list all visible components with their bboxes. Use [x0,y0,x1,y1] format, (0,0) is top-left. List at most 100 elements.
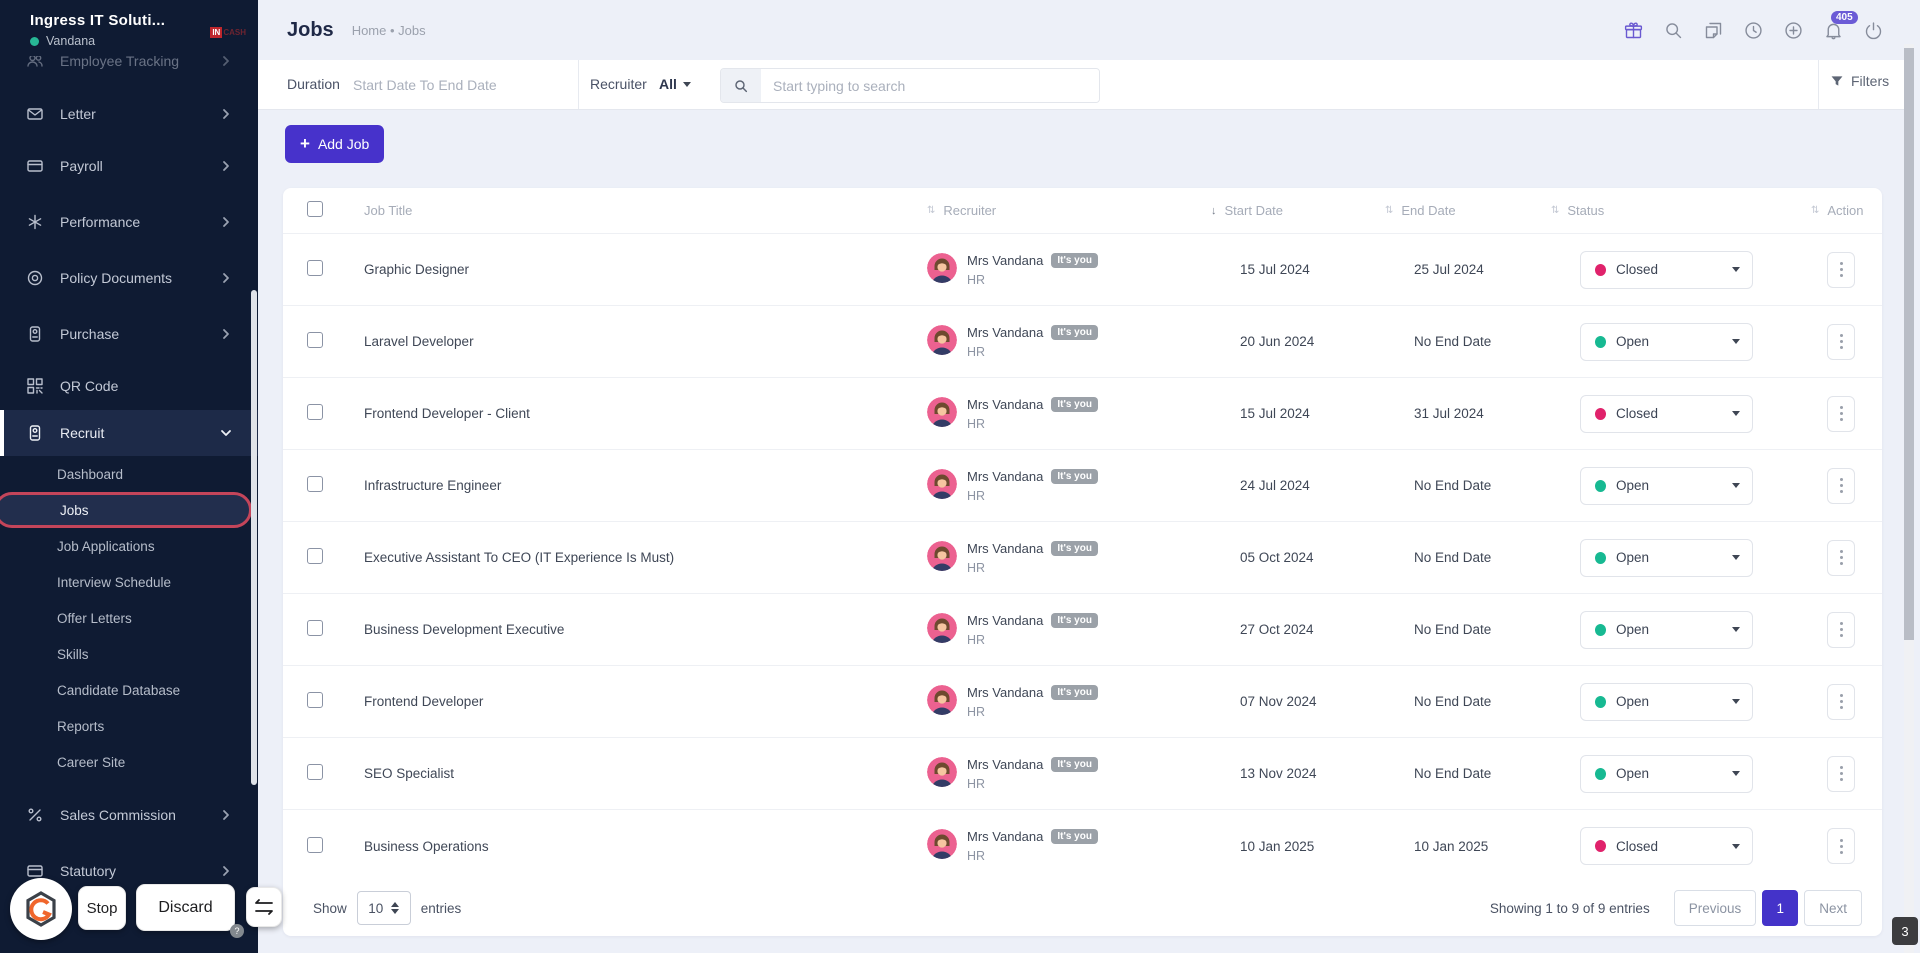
clock-icon[interactable] [1742,19,1764,41]
sidebar-item-label: Purchase [60,326,120,342]
submenu-item-dashboard[interactable]: Dashboard [0,456,258,492]
submenu-item-reports[interactable]: Reports [0,708,258,744]
job-title[interactable]: Executive Assistant To CEO (IT Experienc… [340,550,883,565]
page-scrollbar-thumb[interactable] [1904,48,1914,640]
status-dropdown[interactable]: Closed [1580,827,1753,865]
submenu-item-career-site[interactable]: Career Site [0,744,258,780]
column-end-date[interactable]: ⇅ End Date [1368,203,1543,218]
help-badge[interactable]: ? [230,924,244,938]
search-input[interactable] [761,69,1099,102]
sort-icon[interactable]: ⇅ [1811,205,1819,216]
row-actions-button[interactable] [1827,683,1855,720]
corner-badge[interactable]: 3 [1892,917,1918,945]
sidebar-item-qr-code[interactable]: QR Code [0,362,258,410]
plus-circle-icon[interactable] [1782,19,1804,41]
row-actions-button[interactable] [1827,539,1855,576]
status-dropdown[interactable]: Open [1580,682,1753,721]
chevron-down-icon [682,81,691,87]
column-job-title[interactable]: Job Title [340,203,883,218]
sidebar-item-policy-documents[interactable]: Policy Documents [0,250,258,306]
job-title[interactable]: Laravel Developer [340,334,883,349]
row-checkbox[interactable] [307,620,323,636]
status-dropdown[interactable]: Open [1580,754,1753,793]
row-actions-button[interactable] [1827,611,1855,648]
status-dropdown[interactable]: Open [1580,322,1753,361]
stop-button[interactable]: Stop [78,886,126,930]
sidebar-item-payroll[interactable]: Payroll [0,138,258,194]
next-page-button[interactable]: Next [1804,890,1862,926]
sort-icon[interactable]: ⇅ [1385,205,1393,216]
row-checkbox[interactable] [307,332,323,348]
its-you-badge: It's you [1051,396,1098,412]
status-dropdown[interactable]: Open [1580,466,1753,505]
submenu-item-jobs[interactable]: Jobs [0,492,252,528]
column-start-date[interactable]: ↓ Start Date [1193,203,1368,218]
page-1-button[interactable]: 1 [1762,890,1799,926]
duration-input[interactable] [353,70,563,100]
status-dropdown[interactable]: Open [1580,538,1753,577]
sidebar-item-recruit[interactable]: Recruit [0,410,258,456]
job-title[interactable]: Graphic Designer [340,262,883,277]
chevron-right-icon [223,329,229,339]
breadcrumb[interactable]: Home • Jobs [352,23,426,38]
notes-icon[interactable] [1702,19,1724,41]
start-date: 10 Jan 2025 [1240,838,1315,854]
sort-icon[interactable]: ⇅ [1551,205,1559,216]
gift-icon[interactable] [1622,19,1644,41]
job-title[interactable]: Business Development Executive [340,622,883,637]
add-job-button[interactable]: + Add Job [285,125,385,163]
row-checkbox[interactable] [307,476,323,492]
row-actions-button[interactable] [1827,467,1855,504]
row-actions-button[interactable] [1827,251,1855,288]
row-actions-button[interactable] [1827,755,1855,792]
column-recruiter[interactable]: ⇅ Recruiter [883,203,1193,218]
select-all-checkbox[interactable] [307,201,323,217]
submenu-item-skills[interactable]: Skills [0,636,258,672]
sort-icon-active[interactable]: ↓ [1211,205,1217,217]
row-actions-button[interactable] [1827,828,1855,864]
swap-button[interactable] [246,887,282,927]
submenu-item-offer-letters[interactable]: Offer Letters [0,600,258,636]
bell-icon[interactable]: 405 [1822,11,1858,41]
discard-button[interactable]: Discard [136,884,235,931]
submenu-item-interview-schedule[interactable]: Interview Schedule [0,564,258,600]
row-checkbox[interactable] [307,548,323,564]
recorder-logo[interactable] [10,878,72,940]
submenu-label: Interview Schedule [57,574,172,590]
status-dropdown[interactable]: Closed [1580,394,1753,433]
row-checkbox[interactable] [307,260,323,276]
page-size-select[interactable]: 10 [356,891,411,925]
sidebar-item-purchase[interactable]: Purchase [0,306,258,362]
job-title[interactable]: Frontend Developer [340,694,883,709]
row-checkbox[interactable] [307,836,323,853]
row-actions-button[interactable] [1827,323,1855,360]
row-checkbox[interactable] [307,404,323,420]
job-title[interactable]: Frontend Developer - Client [340,406,883,421]
status-value: Closed [1616,838,1659,854]
sidebar-item-sales-commission[interactable]: Sales Commission [0,787,258,843]
status-dropdown[interactable]: Open [1580,610,1753,649]
recruiter-dropdown[interactable]: All [659,76,691,92]
submenu-item-candidate-database[interactable]: Candidate Database [0,672,258,708]
chevron-right-icon [223,161,229,171]
filters-button[interactable]: Filters [1830,73,1889,89]
column-status[interactable]: ⇅ Status [1543,203,1783,218]
previous-page-button[interactable]: Previous [1673,890,1757,926]
search-icon[interactable] [1662,19,1684,41]
recruiter-department: HR [967,344,986,359]
job-title[interactable]: SEO Specialist [340,766,883,781]
sort-icon[interactable]: ⇅ [927,205,935,216]
row-checkbox[interactable] [307,692,323,708]
sidebar-item-letter[interactable]: Letter [0,90,258,138]
avatar [927,252,957,283]
pagination-summary: Showing 1 to 9 of 9 entries [1489,900,1650,916]
sidebar-scrollbar[interactable] [251,290,257,785]
power-icon[interactable] [1862,19,1884,41]
status-dropdown[interactable]: Closed [1580,250,1753,289]
job-title[interactable]: Business Operations [340,839,883,854]
job-title[interactable]: Infrastructure Engineer [340,478,883,493]
row-checkbox[interactable] [307,764,323,780]
submenu-item-job-applications[interactable]: Job Applications [0,528,258,564]
sidebar-item-performance[interactable]: Performance [0,194,258,250]
row-actions-button[interactable] [1827,395,1855,432]
